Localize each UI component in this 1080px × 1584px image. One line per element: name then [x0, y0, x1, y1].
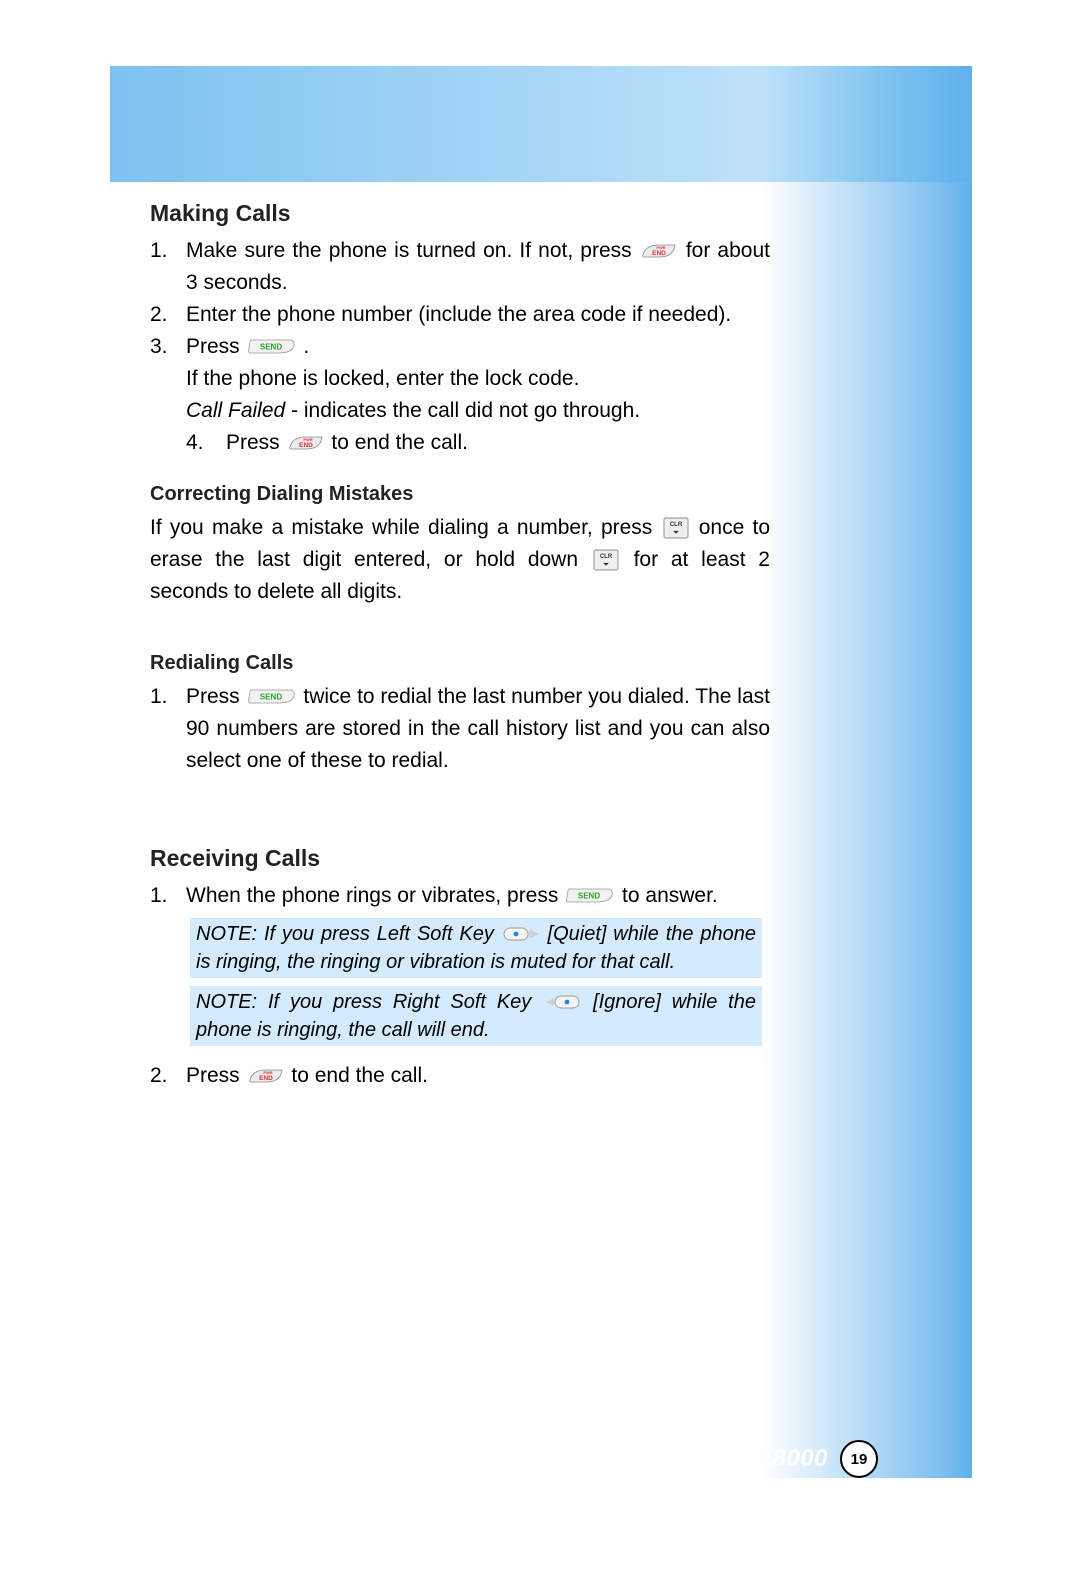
note-quiet: NOTE: If you press Left Soft Key [Quiet]… — [190, 918, 762, 978]
text-fragment: Make sure the phone is turned on. If not… — [186, 239, 639, 262]
receiving-step-2: 2. Press PWR END to end the call. — [150, 1060, 770, 1092]
send-key-icon: SEND — [248, 686, 296, 706]
making-calls-step-3: 3. Press SEND . — [150, 331, 770, 363]
text-fragment: When the phone rings or vibrates, press — [186, 884, 564, 907]
receiving-step-1: 1. When the phone rings or vibrates, pre… — [150, 880, 770, 912]
making-calls-step-1: 1. Make sure the phone is turned on. If … — [150, 235, 770, 299]
step-text: Press PWR END to end the call. — [226, 427, 770, 459]
step-number: 1. — [150, 880, 186, 912]
right-gradient-bar — [762, 66, 972, 1478]
step-number: 2. — [150, 299, 186, 331]
correcting-paragraph: If you make a mistake while dialing a nu… — [150, 512, 770, 608]
key-label: END — [652, 250, 666, 257]
svg-text:⏷: ⏷ — [602, 560, 609, 569]
step-3-sub-locked: If the phone is locked, enter the lock c… — [186, 363, 770, 395]
text-fragment: to end the call. — [291, 1064, 428, 1087]
section-title-receiving: Receiving Calls — [150, 845, 770, 872]
step-number: 1. — [150, 681, 186, 777]
section-title-correcting: Correcting Dialing Mistakes — [150, 483, 770, 506]
right-soft-key-icon — [544, 993, 580, 1011]
top-header-bar — [110, 66, 762, 182]
send-key-icon: SEND — [248, 336, 296, 356]
step-text: Press SEND . — [186, 331, 770, 363]
svg-text:SEND: SEND — [259, 693, 281, 702]
clr-key-icon: CLR ⏷ — [663, 517, 689, 539]
text-fragment: If you make a mistake while dialing a nu… — [150, 516, 661, 539]
send-key-icon: SEND — [566, 885, 614, 905]
text-fragment: Press — [226, 431, 286, 454]
step-number: 3. — [150, 331, 186, 363]
step-3-sub-call-failed: Call Failed - indicates the call did not… — [186, 395, 770, 427]
model-label: VX8000 — [740, 1445, 828, 1473]
making-calls-step-2: 2. Enter the phone number (include the a… — [150, 299, 770, 331]
end-key-icon: PWR END — [248, 1067, 284, 1085]
text-fragment: Press — [186, 1064, 246, 1087]
making-calls-step-4: 4. Press PWR END to end the call. — [186, 427, 770, 459]
step-number: 1. — [150, 235, 186, 299]
manual-page: Making Calls 1. Make sure the phone is t… — [0, 0, 1080, 1584]
text-fragment: to answer. — [622, 884, 718, 907]
svg-text:⏷: ⏷ — [671, 528, 678, 537]
svg-text:END: END — [299, 442, 313, 449]
step-text: Press PWR END to end the call. — [186, 1060, 770, 1092]
svg-text:END: END — [259, 1075, 273, 1082]
step-text: Press SEND twice to redial the last numb… — [186, 681, 770, 777]
step-text: Enter the phone number (include the area… — [186, 299, 770, 331]
text-fragment: - indicates the call did not go through. — [285, 399, 640, 422]
clr-key-icon: CLR ⏷ — [593, 549, 619, 571]
end-key-icon: PWR END — [288, 434, 324, 452]
end-key-icon: PWR END — [641, 242, 677, 260]
step-text: Make sure the phone is turned on. If not… — [186, 235, 770, 299]
text-fragment: . — [303, 335, 309, 358]
step-number: 2. — [150, 1060, 186, 1092]
text-fragment: Press — [186, 685, 246, 708]
section-title-redialing: Redialing Calls — [150, 652, 770, 675]
step-number: 4. — [186, 427, 226, 459]
section-title-making-calls: Making Calls — [150, 200, 770, 227]
redial-step-1: 1. Press SEND twice to redial the last n… — [150, 681, 770, 777]
text-fragment: NOTE: If you press Left Soft Key — [196, 923, 501, 945]
note-ignore: NOTE: If you press Right Soft Key [Ignor… — [190, 986, 762, 1046]
left-soft-key-icon — [503, 925, 539, 943]
page-footer: VX8000 19 — [696, 1440, 834, 1478]
text-fragment: to end the call. — [331, 431, 468, 454]
call-failed-italic: Call Failed — [186, 399, 285, 422]
svg-text:SEND: SEND — [578, 892, 600, 901]
page-content: Making Calls 1. Make sure the phone is t… — [150, 200, 770, 1092]
page-number: 19 — [840, 1440, 878, 1478]
text-fragment: NOTE: If you press Right Soft Key — [196, 991, 542, 1013]
text-fragment: Press — [186, 335, 246, 358]
key-label: SEND — [259, 343, 281, 352]
step-text: When the phone rings or vibrates, press … — [186, 880, 770, 912]
